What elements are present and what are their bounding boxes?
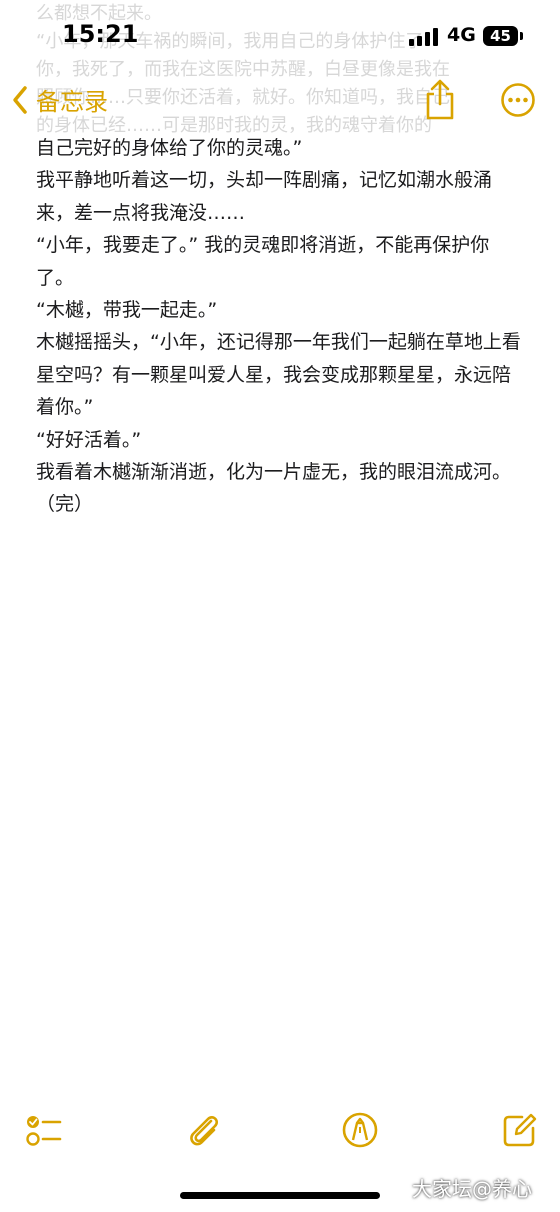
back-label: 备忘录 [36, 88, 108, 116]
battery-cap [520, 32, 523, 40]
watermark: 大家坛@养心 [412, 1177, 532, 1201]
home-indicator[interactable] [180, 1192, 380, 1199]
compose-icon [503, 1113, 537, 1147]
status-bar: 15:21 4G 45 [0, 0, 560, 76]
note-paragraph: “好好活着。” [36, 428, 142, 451]
status-time: 15:21 [62, 20, 139, 48]
checklist-button[interactable] [24, 1110, 64, 1150]
nav-bar: 备忘录 [0, 76, 560, 124]
share-icon [426, 79, 454, 120]
share-button[interactable] [420, 78, 460, 122]
more-button[interactable] [500, 82, 536, 118]
pen-markup-icon [342, 1112, 378, 1148]
back-button[interactable]: 备忘录 [10, 82, 108, 117]
checklist-icon [26, 1116, 62, 1146]
note-paragraph: 木樾摇摇头，“小年，还记得那一年我们一起躺在草地上看星空吗？有一颗星叫爱人星，我… [36, 331, 521, 419]
markup-button[interactable] [340, 1110, 380, 1150]
note-paragraph: “木樾，带我一起走。” [36, 299, 218, 322]
note-paragraph: 我看着木樾渐渐消逝，化为一片虚无，我的眼泪流成河。（完） [36, 461, 512, 516]
bottom-toolbar [0, 1100, 560, 1160]
note-paragraph: “小年，我要走了。” 我的灵魂即将消逝，不能再保护你了。 [36, 234, 490, 289]
note-body[interactable]: 自己完好的身体给了你的灵魂。” 我平静地听着这一切，头却一阵剧痛，记忆如潮水般涌… [36, 132, 526, 521]
compose-button[interactable] [500, 1110, 540, 1150]
network-type: 4G [447, 24, 476, 46]
ellipsis-circle-icon [501, 83, 535, 117]
chevron-left-icon [13, 85, 27, 114]
note-paragraph: 我平静地听着这一切，头却一阵剧痛，记忆如潮水般涌来，差一点将我淹没…… [36, 169, 493, 224]
attachment-button[interactable] [184, 1110, 224, 1150]
cellular-signal-icon [409, 28, 438, 46]
note-paragraph: 自己完好的身体给了你的灵魂。” [36, 137, 303, 159]
battery-icon: 45 [483, 26, 518, 46]
paperclip-icon [190, 1116, 218, 1146]
